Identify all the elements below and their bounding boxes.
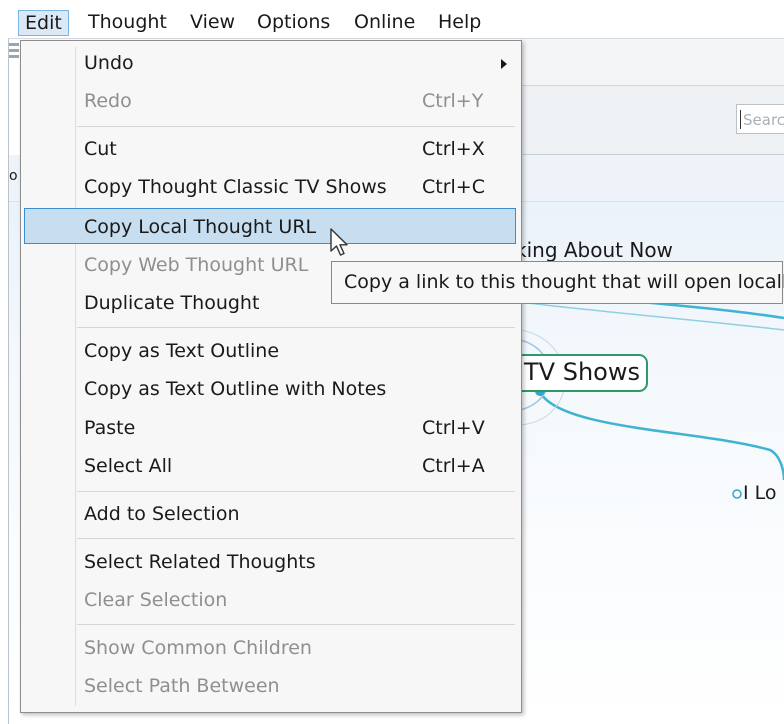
mouse-pointer-icon: [330, 228, 348, 256]
menu-separator: [77, 126, 515, 127]
menu-item-redo: Redo Ctrl+Y: [84, 90, 484, 112]
menu-separator: [77, 624, 515, 625]
menu-help[interactable]: Help: [432, 10, 487, 36]
tooltip: Copy a link to this thought that will op…: [331, 261, 784, 304]
menu-item-add-selection[interactable]: Add to Selection: [25, 496, 515, 532]
menu-thought[interactable]: Thought: [82, 10, 173, 36]
menu-item-copy-outline[interactable]: Copy as Text Outline: [25, 333, 515, 369]
menu-item-cut[interactable]: Cut Ctrl+X: [25, 131, 515, 167]
menu-item-show-common: Show Common Children: [84, 637, 312, 659]
active-thought-node[interactable]: TV Shows: [500, 354, 648, 392]
menu-edit[interactable]: Edit: [18, 10, 69, 36]
menu-item-select-related[interactable]: Select Related Thoughts: [25, 544, 515, 580]
edit-menu: Undo Redo Ctrl+Y Cut Ctrl+X Copy Thought…: [20, 40, 522, 713]
menu-item-copy-outline-notes[interactable]: Copy as Text Outline with Notes: [25, 371, 515, 407]
menu-item-copy-thought[interactable]: Copy Thought Classic TV Shows Ctrl+C: [25, 169, 515, 205]
menu-view[interactable]: View: [184, 10, 241, 36]
menu-online[interactable]: Online: [348, 10, 421, 36]
menu-bar: Edit Thought View Options Online Help: [8, 6, 784, 39]
chevron-right-icon: [501, 59, 507, 69]
child-thought-label: I Lo: [743, 482, 777, 504]
active-thought-label: TV Shows: [524, 358, 640, 386]
menu-item-clear-selection: Clear Selection: [84, 589, 228, 611]
menu-item-copy-local-url[interactable]: Copy Local Thought URL: [24, 208, 516, 244]
menu-options[interactable]: Options: [251, 10, 336, 36]
menu-item-paste[interactable]: Paste Ctrl+V: [25, 410, 515, 446]
thought-talking-about-now[interactable]: king About Now: [515, 238, 673, 262]
child-thought[interactable]: I Lo: [731, 482, 777, 504]
menu-separator: [77, 491, 515, 492]
menu-separator: [77, 327, 515, 328]
menu-separator: [77, 538, 515, 539]
menu-item-undo[interactable]: Undo: [25, 45, 515, 81]
menu-item-select-all[interactable]: Select All Ctrl+A: [25, 448, 515, 484]
menu-item-select-path: Select Path Between: [84, 675, 280, 697]
